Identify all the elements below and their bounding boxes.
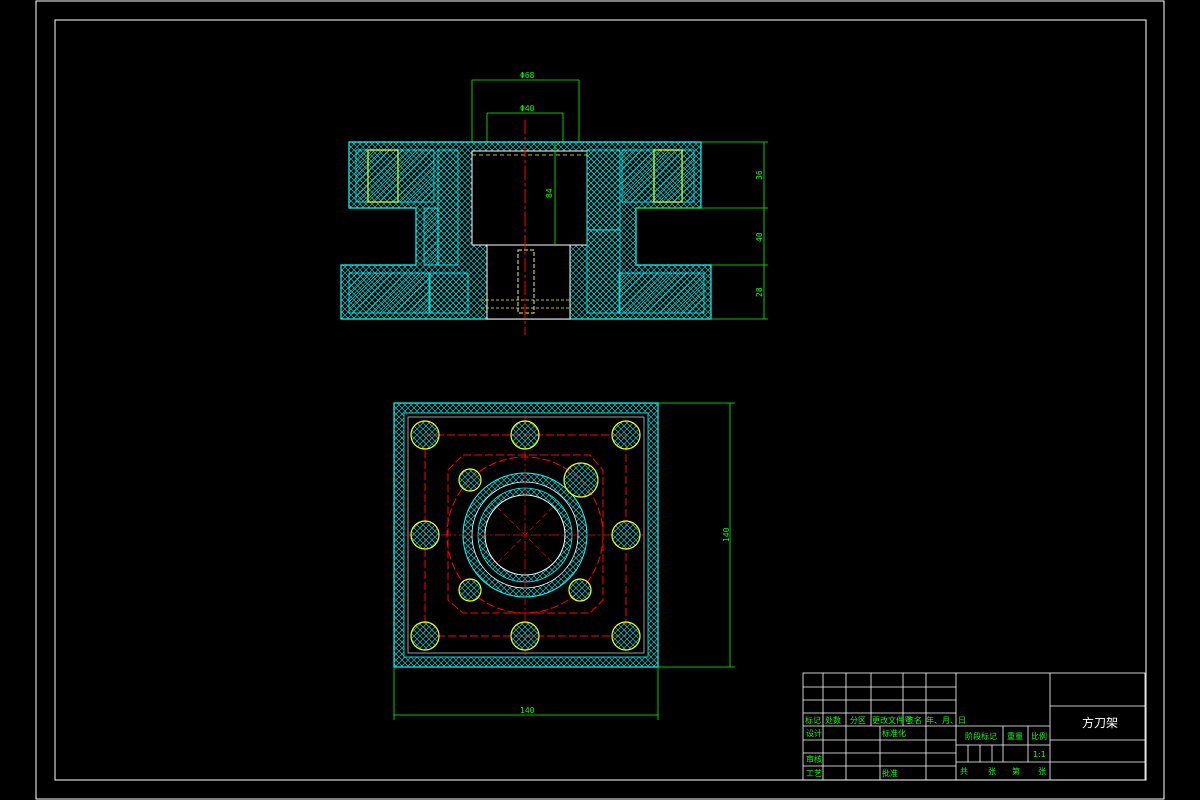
dim-top-inner: Φ40 <box>520 104 535 113</box>
bolt-hole <box>611 621 641 651</box>
locating-hole <box>563 462 599 498</box>
bolt-hole <box>611 420 641 450</box>
bolt-hole <box>410 520 440 550</box>
bolt-hole <box>611 520 641 550</box>
bolt-hole <box>410 420 440 450</box>
tb-scale-value: 1:1 <box>1033 750 1046 759</box>
tb-count: 处数 <box>825 715 841 725</box>
tb-process: 工艺 <box>806 769 822 778</box>
bolt-hole <box>510 621 540 651</box>
plan-view <box>393 402 659 668</box>
bolt-hole-small <box>568 578 592 602</box>
bolt-hole <box>410 621 440 651</box>
dim-height-2: 40 <box>755 232 764 242</box>
tb-sheets: 张 <box>988 767 996 776</box>
tb-review: 审核 <box>806 754 822 764</box>
dim-bore-depth: 84 <box>545 188 554 198</box>
cad-drawing-sheet: Φ68 Φ40 84 36 40 28 140 140 标记 处数 分区 更改文… <box>35 0 1165 800</box>
drawing-title: 方刀架 <box>1082 715 1118 730</box>
bolt-hole-small <box>458 578 482 602</box>
tb-sheet: 张 <box>1038 767 1046 776</box>
tb-zone: 分区 <box>850 716 866 725</box>
dim-plan-width: 140 <box>520 706 535 715</box>
tb-approve: 批准 <box>882 768 898 778</box>
dim-height-1: 36 <box>755 170 764 180</box>
title-block-text: 标记 处数 分区 更改文件号 签名 年、月、日 设计 标准化 审核 工艺 批准 … <box>805 715 1118 778</box>
tb-scale-label: 比例 <box>1031 731 1047 741</box>
tb-signature: 签名 <box>906 715 922 725</box>
dim-top-outer: Φ68 <box>520 71 535 80</box>
tb-mark: 标记 <box>805 715 821 725</box>
tb-date: 年、月、日 <box>926 715 966 725</box>
tb-total: 共 <box>960 767 968 776</box>
section-view <box>340 120 712 335</box>
outer-frame <box>35 0 1165 800</box>
tb-standardization: 标准化 <box>882 728 906 738</box>
dim-plan-height: 140 <box>722 527 731 542</box>
dim-height-3: 28 <box>755 287 764 297</box>
tb-page: 第 <box>1012 766 1020 776</box>
bolt-hole-small <box>458 468 482 492</box>
tb-stage-mark: 阶段标记 <box>965 731 997 741</box>
tb-weight: 重量 <box>1007 731 1023 741</box>
tb-design: 设计 <box>806 728 822 738</box>
bolt-hole <box>510 420 540 450</box>
